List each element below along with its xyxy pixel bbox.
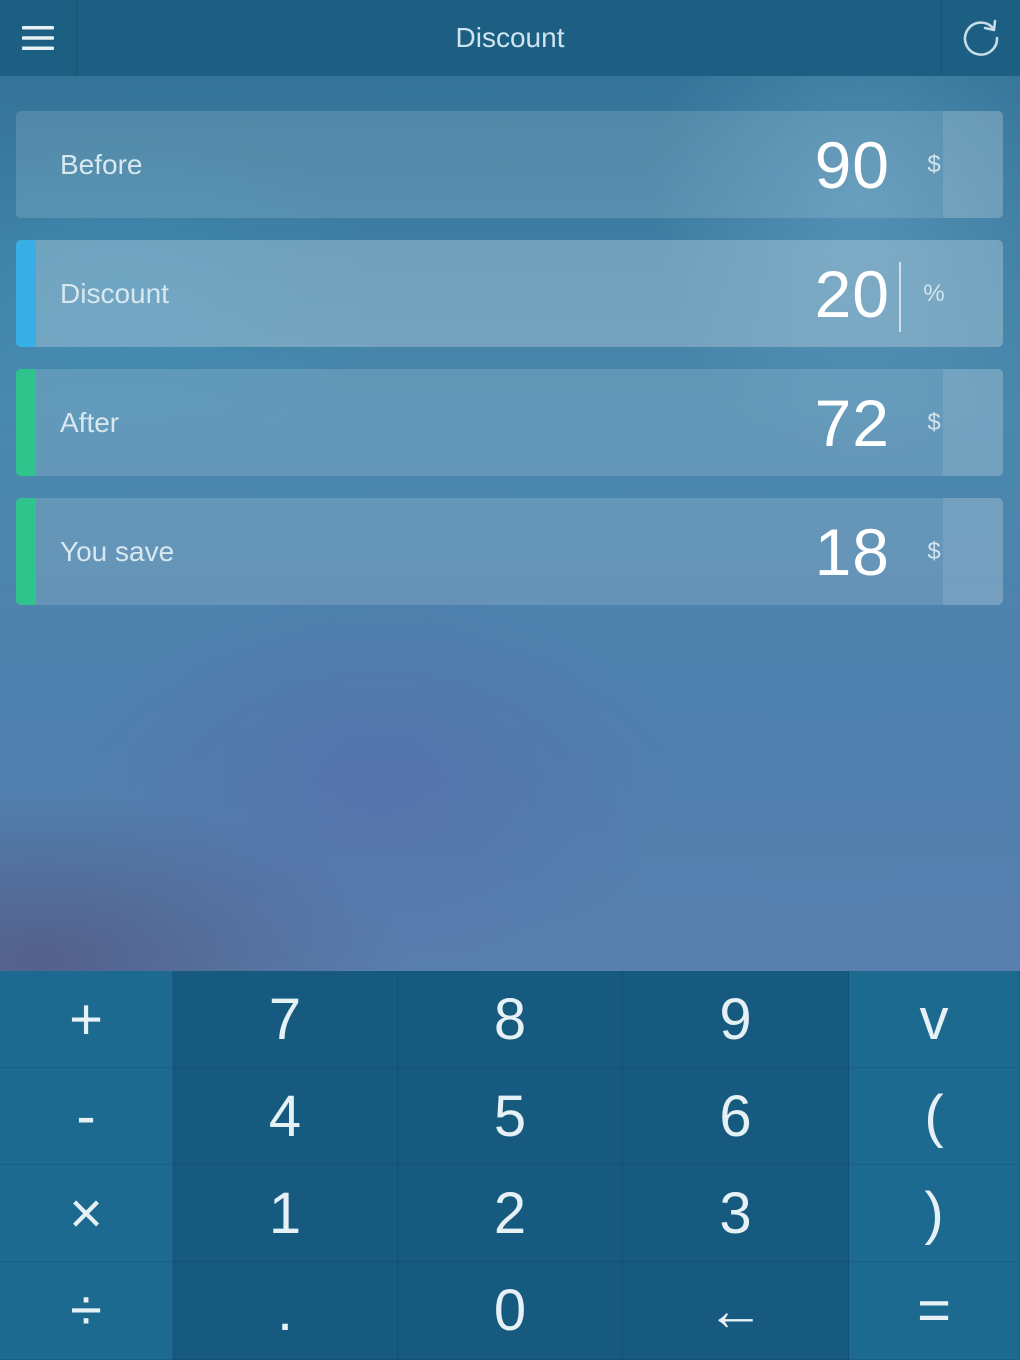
- key-close-paren[interactable]: ): [849, 1165, 1020, 1262]
- you-save-side-panel: [943, 498, 1003, 605]
- after-field[interactable]: After 72 $: [16, 369, 1003, 476]
- page-title: Discount: [455, 22, 565, 53]
- discount-accent-bar: [16, 240, 36, 347]
- refresh-icon: [963, 19, 999, 56]
- key-3[interactable]: 3: [623, 1165, 849, 1262]
- before-field[interactable]: Before 90 $: [16, 111, 1003, 218]
- key-divide[interactable]: ÷: [0, 1262, 173, 1360]
- before-side-panel: [943, 111, 1003, 218]
- after-accent-bar: [16, 369, 36, 476]
- backspace-key[interactable]: ←: [623, 1262, 849, 1360]
- key-5[interactable]: 5: [398, 1068, 623, 1165]
- top-bar: Discount: [0, 0, 1020, 76]
- keypad: + 7 8 9 v - 4 5 6 ( × 1 2 3 ) ÷ . 0 ← =: [0, 971, 1020, 1360]
- key-4[interactable]: 4: [173, 1068, 398, 1165]
- hamburger-menu-icon: [22, 26, 54, 50]
- discount-value: 20: [814, 256, 890, 331]
- you-save-label: You save: [60, 535, 175, 567]
- key-minus[interactable]: -: [0, 1068, 173, 1165]
- key-multiply[interactable]: ×: [0, 1165, 173, 1262]
- key-square-root[interactable]: v: [849, 971, 1020, 1068]
- you-save-value: 18: [814, 514, 890, 589]
- before-value: 90: [814, 127, 890, 202]
- refresh-button[interactable]: [941, 0, 1020, 76]
- before-label: Before: [60, 148, 143, 180]
- key-0[interactable]: 0: [398, 1262, 623, 1360]
- you-save-field[interactable]: You save 18 $: [16, 498, 1003, 605]
- after-value: 72: [814, 385, 890, 460]
- after-side-panel: [943, 369, 1003, 476]
- key-8[interactable]: 8: [398, 971, 623, 1068]
- key-decimal-point[interactable]: .: [173, 1262, 398, 1360]
- after-label: After: [60, 406, 120, 438]
- text-cursor: [899, 262, 901, 332]
- you-save-accent-bar: [16, 498, 36, 605]
- discount-label: Discount: [60, 277, 169, 309]
- menu-button[interactable]: [0, 0, 77, 76]
- key-open-paren[interactable]: (: [849, 1068, 1020, 1165]
- discount-side-panel: [943, 240, 1003, 347]
- key-7[interactable]: 7: [173, 971, 398, 1068]
- discount-field[interactable]: Discount 20 %: [16, 240, 1003, 347]
- key-equals[interactable]: =: [849, 1262, 1020, 1360]
- key-6[interactable]: 6: [623, 1068, 849, 1165]
- key-1[interactable]: 1: [173, 1165, 398, 1262]
- key-9[interactable]: 9: [623, 971, 849, 1068]
- key-plus[interactable]: +: [0, 971, 173, 1068]
- key-2[interactable]: 2: [398, 1165, 623, 1262]
